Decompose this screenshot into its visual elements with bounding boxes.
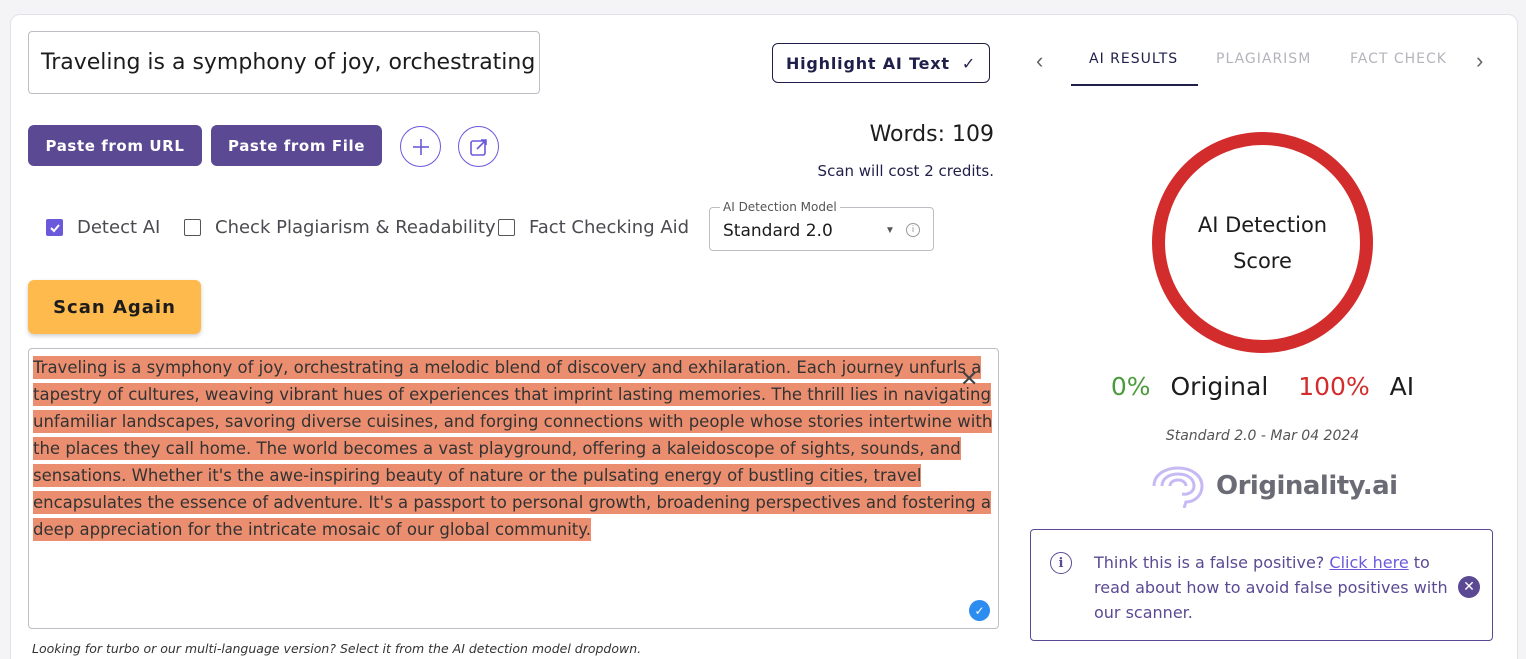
tab-next-chevron-icon[interactable]: › xyxy=(1476,48,1483,74)
original-label: Original xyxy=(1170,372,1269,401)
clear-text-icon[interactable]: ✕ xyxy=(960,366,978,392)
word-count: Words: 109 xyxy=(869,122,994,147)
scan-model-date: Standard 2.0 - Mar 04 2024 xyxy=(1165,428,1360,444)
highlight-ai-text-button[interactable]: Highlight AI Text ✓ xyxy=(772,43,990,83)
highlighted-ai-text: Traveling is a symphony of joy, orchestr… xyxy=(33,356,993,541)
document-title-input[interactable]: Traveling is a symphony of joy, orchestr… xyxy=(28,31,540,94)
tab-prev-chevron-icon[interactable]: ‹ xyxy=(1036,48,1043,74)
active-tab-indicator xyxy=(1071,84,1198,86)
scan-again-button[interactable]: Scan Again xyxy=(28,280,201,334)
ai-score-ring: AI Detection Score xyxy=(1152,132,1373,353)
tab-plagiarism[interactable]: PLAGIARISM xyxy=(1216,51,1311,67)
plagiarism-label: Check Plagiarism & Readability xyxy=(215,217,496,238)
plus-icon xyxy=(412,138,429,155)
info-circle-icon: i xyxy=(1050,552,1072,574)
verified-check-icon: ✓ xyxy=(969,600,990,621)
model-hint-text: Looking for turbo or our multi-language … xyxy=(32,641,642,656)
false-positive-prefix: Think this is a false positive? xyxy=(1094,553,1325,572)
score-ring-label: AI Detection Score xyxy=(1197,212,1328,273)
paste-from-file-button[interactable]: Paste from File xyxy=(211,125,382,166)
highlight-ai-text-label: Highlight AI Text xyxy=(785,53,950,73)
add-button[interactable] xyxy=(400,126,441,167)
brand-name: Originality.ai xyxy=(1216,471,1398,501)
plagiarism-checkbox[interactable] xyxy=(184,219,201,236)
tab-fact-check[interactable]: FACT CHECK xyxy=(1350,51,1447,67)
ai-percent: 100% xyxy=(1298,372,1370,401)
share-icon xyxy=(469,138,487,156)
brain-logo-icon xyxy=(1152,466,1204,508)
fact-check-checkbox[interactable] xyxy=(498,219,515,236)
content-textarea[interactable]: Traveling is a symphony of joy, orchestr… xyxy=(28,348,999,629)
check-icon: ✓ xyxy=(961,53,977,73)
detect-ai-label: Detect AI xyxy=(77,217,161,238)
ai-label: AI xyxy=(1389,372,1415,401)
model-select-value: Standard 2.0 xyxy=(723,221,833,241)
scan-cost: Scan will cost 2 credits. xyxy=(817,162,994,180)
fact-check-option[interactable]: Fact Checking Aid xyxy=(498,217,689,238)
checkmark-icon xyxy=(49,223,60,232)
original-percent: 0% xyxy=(1110,372,1151,401)
ai-detection-model-select[interactable]: AI Detection Model Standard 2.0 ▼ i xyxy=(709,200,934,251)
false-positive-link[interactable]: Click here xyxy=(1329,553,1408,572)
brand-logo: Originality.ai xyxy=(1148,464,1398,508)
detect-ai-checkbox[interactable] xyxy=(46,219,63,236)
share-button[interactable] xyxy=(458,126,499,167)
paste-from-url-button[interactable]: Paste from URL xyxy=(28,125,202,166)
info-icon[interactable]: i xyxy=(906,223,920,237)
model-select-legend: AI Detection Model xyxy=(720,200,840,214)
tab-ai-results[interactable]: AI RESULTS xyxy=(1089,51,1178,67)
fact-check-label: Fact Checking Aid xyxy=(529,217,690,238)
caret-down-icon: ▼ xyxy=(885,225,895,236)
score-summary: 0% Original 100% AI xyxy=(1030,372,1495,401)
false-positive-notice: i Think this is a false positive? Click … xyxy=(1030,529,1493,641)
plagiarism-option[interactable]: Check Plagiarism & Readability xyxy=(184,217,496,238)
detect-ai-option[interactable]: Detect AI xyxy=(46,217,160,238)
close-notice-icon[interactable]: ✕ xyxy=(1458,576,1480,598)
